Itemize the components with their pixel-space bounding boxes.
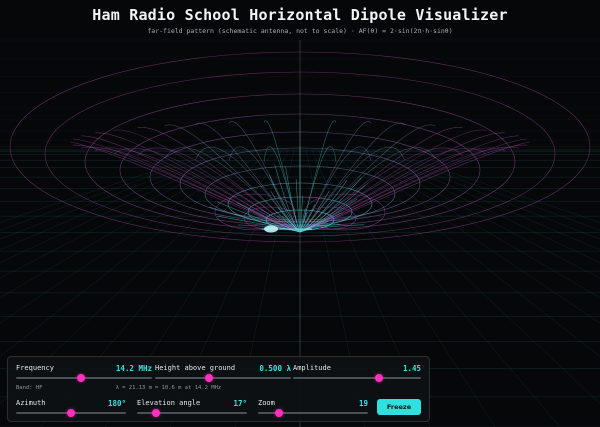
frequency-slider[interactable] [16,374,152,382]
frequency-wavelength-note: λ = 21.13 m [115,385,152,391]
page-subtitle: far-field pattern (schematic antenna, no… [147,27,453,35]
zoom-slider[interactable] [258,409,368,417]
azimuth-control: Azimuth 180° [16,399,126,419]
zoom-control: Zoom 19 [258,399,368,419]
azimuth-label: Azimuth [16,399,46,407]
height-slider-thumb[interactable] [205,374,214,382]
frequency-label: Frequency [16,364,54,372]
control-panel: Frequency 14.2 MHz Band: HF λ = 21.13 m … [7,356,430,422]
zoom-label: Zoom [258,399,275,407]
height-control: Height above ground 0.500 λ = 10.6 m at … [155,364,291,392]
elevation-control: Elevation angle 17° [137,399,247,419]
azimuth-value: 180° [107,399,126,408]
frequency-band-note: Band: HF [16,385,43,391]
elevation-label: Elevation angle [137,399,201,407]
height-slider[interactable] [155,374,291,382]
frequency-value: 14.2 MHz [115,364,152,373]
zoom-value: 19 [358,399,368,408]
amplitude-slider[interactable] [293,374,421,382]
elevation-slider-thumb[interactable] [151,409,160,417]
frequency-slider-thumb[interactable] [77,374,86,382]
frequency-control: Frequency 14.2 MHz Band: HF λ = 21.13 m [16,364,152,392]
height-label: Height above ground [155,364,236,372]
antenna-feed-marker [264,225,278,233]
height-value: 0.500 λ [259,364,291,373]
amplitude-label: Amplitude [293,364,331,372]
elevation-slider[interactable] [137,409,247,417]
elevation-value: 17° [233,399,247,408]
zoom-slider-thumb[interactable] [274,409,283,417]
amplitude-value: 1.45 [402,364,421,373]
page-title: Ham Radio School Horizontal Dipole Visua… [92,6,508,24]
height-meters-note: = 10.6 m at 14.2 MHz [155,385,222,391]
azimuth-slider-thumb[interactable] [67,409,75,417]
azimuth-slider[interactable] [16,409,126,417]
freeze-button[interactable]: Freeze [377,399,421,415]
amplitude-control: Amplitude 1.45 [293,364,421,392]
amplitude-slider-thumb[interactable] [374,374,383,382]
